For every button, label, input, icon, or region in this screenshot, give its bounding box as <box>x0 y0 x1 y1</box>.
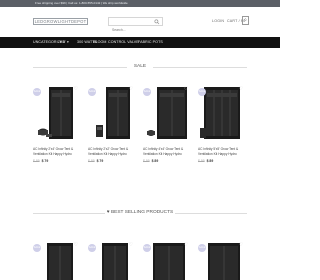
product-card[interactable]: SALE ♡ AC Infinity 2'x2' Grow Tent & Ven… <box>88 84 134 166</box>
product-price: $ 99 $ 89 <box>143 159 158 163</box>
product-card[interactable]: SALE ♡ AC Infinity 5'x5' Grow Tent & Ven… <box>198 84 244 166</box>
wishlist-heart-icon[interactable]: ♡ <box>74 242 78 248</box>
sale-badge: SALE <box>198 88 206 96</box>
old-price: $ 99 <box>143 159 150 163</box>
wishlist-heart-icon[interactable]: ♡ <box>239 242 243 248</box>
product-card[interactable]: SALE ♡ <box>88 240 134 280</box>
product-price: $ 89 $ 79 <box>33 159 48 163</box>
top-announcement-bar: Free shipping over $99 | Call us: 1-800-… <box>0 0 280 7</box>
wishlist-heart-icon[interactable]: ♡ <box>74 86 78 92</box>
top-announcement-text: Free shipping over $99 | Call us: 1-800-… <box>35 1 128 5</box>
cart-count-badge[interactable]: 0 <box>242 16 249 25</box>
nav-item-6ft[interactable]: ▾ 6' ▾ <box>60 37 69 48</box>
best-selling-title-text: BEST SELLING PRODUCTS <box>110 210 174 215</box>
product-title[interactable]: AC Infinity 5'x5' Grow Tent & Ventilatio… <box>198 147 244 156</box>
sale-badge: SALE <box>33 88 41 96</box>
product-card[interactable]: SALE ♡ AC Infinity 2'x4' Grow Tent & Ven… <box>33 84 79 166</box>
sale-badge: SALE <box>88 88 96 96</box>
product-title[interactable]: AC Infinity 2'x2' Grow Tent & Ventilatio… <box>88 147 134 156</box>
old-price: $ 89 <box>33 159 40 163</box>
search-icon[interactable] <box>154 19 160 25</box>
sale-badge: SALE <box>88 244 96 252</box>
sale-badge: SALE <box>143 88 151 96</box>
wishlist-heart-icon[interactable]: ♡ <box>184 86 188 92</box>
old-price: $ 89 <box>88 159 95 163</box>
product-title[interactable]: AC Infinity 2'x4' Grow Tent & Ventilatio… <box>33 147 79 156</box>
nav-item-fabric-pots[interactable]: FABRIC POTS <box>138 37 163 48</box>
sale-badge: SALE <box>198 244 206 252</box>
site-logo[interactable]: LEDGROWLIGHTDEPOT <box>33 18 88 25</box>
main-navigation: UNCATEGORIZED ▾ 6' ▾ 300 WATTS BLOOM CON… <box>0 37 280 48</box>
product-card[interactable]: SALE ♡ <box>143 240 189 280</box>
nav-item-control-valve[interactable]: CONTROL VALVE <box>108 37 139 48</box>
sale-price: $ 79 <box>96 159 104 163</box>
best-selling-section-title: ♥ BEST SELLING PRODUCTS <box>105 209 175 217</box>
product-card[interactable]: SALE ♡ <box>198 240 244 280</box>
product-title[interactable]: AC Infinity 4'x4' Grow Tent & Ventilatio… <box>143 147 189 156</box>
login-link[interactable]: LOGIN <box>212 19 224 23</box>
product-price: $ 99 $ 89 <box>198 159 213 163</box>
search-input[interactable] <box>109 26 153 34</box>
sale-badge: SALE <box>33 244 41 252</box>
sale-price: $ 89 <box>151 159 159 163</box>
wishlist-heart-icon[interactable]: ♡ <box>129 242 133 248</box>
old-price: $ 99 <box>198 159 205 163</box>
product-card[interactable]: SALE ♡ <box>33 240 79 280</box>
product-card[interactable]: SALE ♡ AC Infinity 4'x4' Grow Tent & Ven… <box>143 84 189 166</box>
sale-price: $ 89 <box>206 159 214 163</box>
search-box[interactable] <box>108 17 163 34</box>
wishlist-heart-icon[interactable]: ♡ <box>184 242 188 248</box>
wishlist-heart-icon[interactable]: ♡ <box>129 86 133 92</box>
sale-badge: SALE <box>143 244 151 252</box>
sale-price: $ 79 <box>41 159 49 163</box>
nav-item-bloom[interactable]: BLOOM <box>93 37 106 48</box>
wishlist-heart-icon[interactable]: ♡ <box>239 86 243 92</box>
product-price: $ 89 $ 79 <box>88 159 103 163</box>
sale-section-title: SALE <box>127 63 153 71</box>
